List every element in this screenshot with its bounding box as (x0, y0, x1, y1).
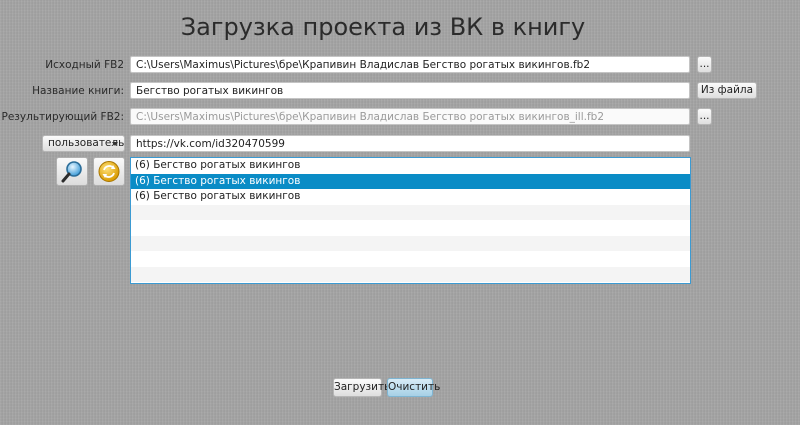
magnifier-icon (61, 161, 82, 183)
list-item[interactable]: (6) Бегство рогатых викингов (131, 189, 690, 205)
vk-url-field[interactable]: https://vk.com/id320470599 (130, 135, 690, 152)
page-title: Загрузка проекта из ВК в книгу (180, 13, 586, 41)
source-type-select[interactable]: пользователь (42, 135, 125, 152)
source-fb2-field[interactable]: C:\Users\Maximus\Pictures\бре\Крапивин В… (130, 56, 690, 73)
book-name-field[interactable]: Бегство рогатых викингов (130, 82, 690, 99)
refresh-icon (98, 161, 120, 182)
list-item-selected[interactable]: (6) Бегство рогатых викингов (131, 173, 690, 189)
list-empty-row (131, 235, 690, 251)
album-list[interactable]: (6) Бегство рогатых викингов (6) Бегство… (130, 157, 691, 284)
book-name-label: Название книги: (32, 85, 124, 97)
chevron-down-icon (112, 142, 118, 146)
result-fb2-browse-button[interactable]: ... (697, 108, 712, 125)
source-fb2-browse-button[interactable]: ... (697, 56, 712, 73)
list-empty-row (131, 204, 690, 220)
list-item[interactable]: (6) Бегство рогатых викингов (131, 158, 690, 174)
list-empty-row (131, 266, 690, 282)
clear-button[interactable]: Очистить (387, 378, 440, 397)
result-fb2-label: Результирующий FB2: (1, 111, 124, 123)
search-button[interactable] (56, 157, 88, 186)
refresh-button[interactable] (93, 157, 125, 186)
result-fb2-field[interactable]: C:\Users\Maximus\Pictures\бре\Крапивин В… (130, 108, 690, 125)
from-file-button[interactable]: Из файла (697, 82, 757, 99)
load-button[interactable]: Загрузить (333, 378, 390, 397)
list-empty-row (131, 251, 690, 267)
list-empty-row (131, 220, 690, 236)
source-fb2-label: Исходный FB2 (45, 59, 124, 71)
